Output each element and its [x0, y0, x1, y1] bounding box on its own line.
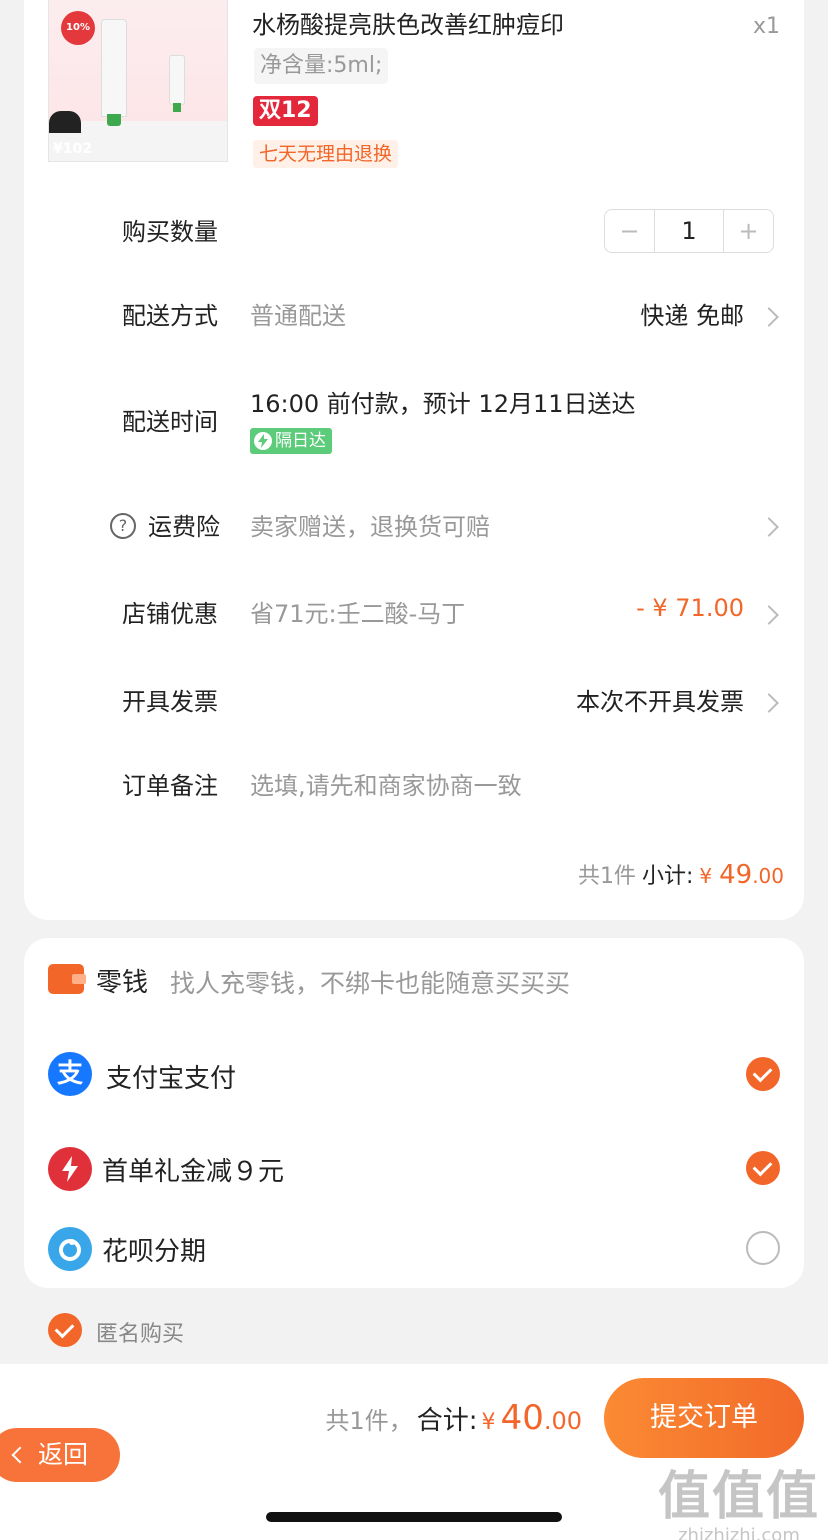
- product-tube-image: [101, 19, 127, 126]
- watermark-url: zhizhizhi.com: [678, 1525, 800, 1540]
- freight-insurance-value[interactable]: 卖家赠送，退换货可赔: [250, 507, 490, 542]
- alipay-check-icon[interactable]: [746, 1057, 780, 1091]
- store-discount-value[interactable]: 省71元:壬二酸-马丁: [250, 594, 465, 629]
- home-indicator[interactable]: [266, 1512, 562, 1522]
- invoice-value[interactable]: 本次不开具发票: [576, 682, 744, 717]
- quantity-value[interactable]: 1: [654, 210, 724, 252]
- total-label: 合计:: [416, 1406, 478, 1436]
- subtotal-currency: ¥: [699, 864, 713, 888]
- order-total: 共1件， 合计: ¥ 40.00: [325, 1398, 582, 1438]
- order-card: 10% ¥102 水杨酸提亮肤色改善红肿痘印 x1 净含量:5ml; 双12 七…: [24, 0, 804, 920]
- change-hint[interactable]: 找人充零钱，不绑卡也能随意买买买: [170, 964, 570, 1000]
- total-count: 共1件，: [325, 1407, 413, 1435]
- subtotal-count: 共1件: [577, 864, 636, 889]
- store-discount-amount[interactable]: - ¥ 71.00: [636, 594, 744, 622]
- sample-tube-image: [169, 55, 185, 112]
- decrease-button[interactable]: −: [605, 210, 654, 252]
- help-icon[interactable]: ?: [110, 513, 136, 539]
- total-decimal: .00: [543, 1407, 582, 1435]
- chevron-right-icon[interactable]: [759, 605, 779, 625]
- thumbnail-price: ¥102: [53, 141, 92, 157]
- huabei-label[interactable]: 花呗分期: [102, 1231, 206, 1268]
- payment-card: 零钱 找人充零钱，不绑卡也能随意买买买 支 支付宝支付 首单礼金减９元 花呗分期: [24, 938, 804, 1288]
- tmall-cat-icon: [49, 111, 81, 133]
- product-spec: 净含量:5ml;: [254, 48, 389, 84]
- huabei-icon: [48, 1227, 92, 1271]
- delivery-method-value[interactable]: 普通配送: [250, 296, 346, 331]
- change-label[interactable]: 零钱: [96, 962, 148, 999]
- total-amount: ¥ 40.00: [481, 1398, 582, 1438]
- total-currency: ¥: [481, 1410, 496, 1435]
- delivery-method-label: 配送方式: [122, 302, 218, 330]
- store-discount-label: 店铺优惠: [122, 600, 218, 628]
- site-watermark: 值值值 zhizhizhi.com: [658, 1454, 820, 1540]
- total-integer: 40: [500, 1398, 544, 1438]
- product-quantity-badge: x1: [752, 14, 780, 39]
- delivery-method-right[interactable]: 快递 免邮: [640, 296, 744, 331]
- invoice-label: 开具发票: [122, 688, 218, 716]
- delivery-time-value: 16:00 前付款，预计 12月11日送达: [250, 390, 636, 418]
- increase-button[interactable]: +: [724, 210, 773, 252]
- first-order-check-icon[interactable]: [746, 1151, 780, 1185]
- lightning-icon: [48, 1147, 92, 1191]
- chevron-right-icon[interactable]: [759, 307, 779, 327]
- product-thumbnail[interactable]: 10% ¥102: [48, 0, 228, 162]
- chevron-right-icon[interactable]: [759, 693, 779, 713]
- first-order-discount-label[interactable]: 首单礼金减９元: [102, 1151, 284, 1188]
- remark-label: 订单备注: [122, 772, 218, 800]
- delivery-time-label: 配送时间: [122, 408, 218, 436]
- back-button[interactable]: 返回: [0, 1428, 120, 1482]
- thumbnail-percent-badge: 10%: [61, 11, 95, 45]
- chevron-left-icon: [11, 1446, 29, 1464]
- watermark-logo: 值值值: [657, 1467, 820, 1527]
- subtotal-amount: ¥ 49.00: [699, 860, 784, 890]
- remark-input[interactable]: 选填,请先和商家协商一致: [250, 766, 522, 801]
- back-label: 返回: [38, 1440, 89, 1469]
- promo-tag: 双12: [253, 96, 318, 126]
- next-day-tag-label: 隔日达: [275, 431, 326, 451]
- product-title[interactable]: 水杨酸提亮肤色改善红肿痘印: [252, 5, 564, 40]
- alipay-label[interactable]: 支付宝支付: [106, 1058, 236, 1095]
- subtotal-decimal: .00: [752, 864, 784, 888]
- freight-insurance-label: 运费险: [148, 513, 220, 541]
- quantity-label: 购买数量: [122, 218, 218, 246]
- quantity-stepper: − 1 +: [604, 209, 774, 253]
- huabei-radio[interactable]: [746, 1231, 780, 1265]
- subtotal-label: 小计:: [641, 864, 694, 889]
- subtotal: 共1件 小计: ¥ 49.00: [578, 858, 784, 890]
- alipay-icon: 支: [48, 1052, 92, 1096]
- return-policy-tag: 七天无理由退换: [253, 140, 399, 168]
- anonymous-label[interactable]: 匿名购买: [96, 1316, 184, 1348]
- wallet-icon: [48, 964, 86, 994]
- lightning-icon: [254, 432, 272, 450]
- anonymous-checkbox[interactable]: [48, 1313, 82, 1347]
- chevron-right-icon[interactable]: [759, 517, 779, 537]
- submit-order-button[interactable]: 提交订单: [604, 1378, 804, 1458]
- subtotal-integer: 49: [719, 860, 753, 890]
- next-day-tag: 隔日达: [250, 428, 332, 454]
